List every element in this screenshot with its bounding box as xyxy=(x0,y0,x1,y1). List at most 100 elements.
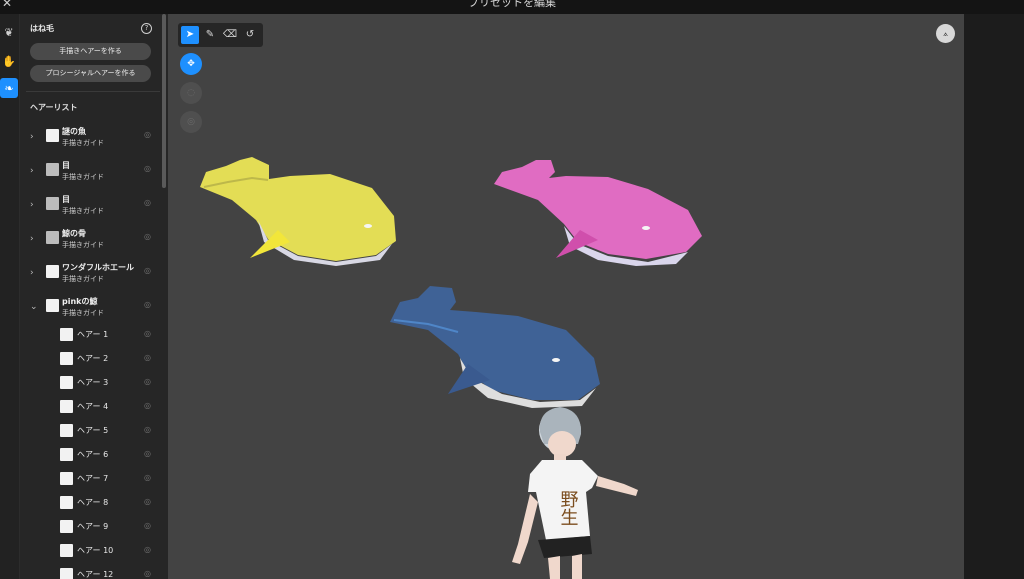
eye-off-icon[interactable]: ◎ xyxy=(144,377,151,386)
item-type: 手描きガイド xyxy=(62,309,104,317)
scale-icon[interactable]: ◎ xyxy=(180,111,202,133)
hair-name: ヘアー 10 xyxy=(77,546,114,555)
pink-whale[interactable] xyxy=(494,160,702,266)
visibility-checkbox[interactable] xyxy=(60,472,73,485)
eye-off-icon[interactable]: ◎ xyxy=(144,266,151,275)
hair-row[interactable]: ヘアー 2 ◎ xyxy=(20,349,160,367)
3d-viewport[interactable]: 野生 ➤ ✎ ⌫ ↺ ✥ ◌ ◎ ⟑ xyxy=(168,14,964,579)
scene-canvas: 野生 xyxy=(200,157,702,579)
divider xyxy=(26,91,160,92)
item-name: 目 xyxy=(62,195,70,204)
hair-list-title: ヘアーリスト xyxy=(30,103,78,112)
eraser-tool-icon[interactable]: ⌫ xyxy=(221,26,239,44)
eye-off-icon[interactable]: ◎ xyxy=(144,521,151,530)
item-type: 手描きガイド xyxy=(62,241,104,249)
chevron-right-icon[interactable]: › xyxy=(30,132,34,142)
hair-name: ヘアー 7 xyxy=(77,474,109,483)
visibility-checkbox[interactable] xyxy=(46,163,59,176)
visibility-checkbox[interactable] xyxy=(60,352,73,365)
chevron-right-icon[interactable]: › xyxy=(30,268,34,278)
chevron-right-icon[interactable]: › xyxy=(30,234,34,244)
list-item[interactable]: › ワンダフルホエール 手描きガイド ◎ xyxy=(20,260,160,290)
visibility-checkbox[interactable] xyxy=(60,328,73,341)
panel-scrollbar[interactable] xyxy=(162,14,166,188)
window-title: プリセットを編集 xyxy=(468,0,556,9)
visibility-checkbox[interactable] xyxy=(60,496,73,509)
visibility-checkbox[interactable] xyxy=(60,520,73,533)
hair-row[interactable]: ヘアー 10 ◎ xyxy=(20,541,160,559)
eye-off-icon[interactable]: ◎ xyxy=(144,198,151,207)
visibility-checkbox[interactable] xyxy=(46,299,59,312)
hair-row[interactable]: ヘアー 3 ◎ xyxy=(20,373,160,391)
eye-off-icon[interactable]: ◎ xyxy=(144,545,151,554)
visibility-checkbox[interactable] xyxy=(60,568,73,579)
blue-whale[interactable] xyxy=(390,286,600,408)
hair-row[interactable]: ヘアー 6 ◎ xyxy=(20,445,160,463)
eye-off-icon[interactable]: ◎ xyxy=(144,164,151,173)
hair-icon[interactable]: ❦ xyxy=(0,22,18,42)
item-name: 鯨の骨 xyxy=(62,229,86,238)
visibility-checkbox[interactable] xyxy=(46,231,59,244)
list-item[interactable]: ⌄ pinkの鯨 手描きガイド ◎ xyxy=(20,294,160,324)
eye-off-icon[interactable]: ◎ xyxy=(144,425,151,434)
eye-off-icon[interactable]: ◎ xyxy=(144,473,151,482)
pen-tool-icon[interactable]: ✎ xyxy=(201,26,219,44)
hook-tool-icon[interactable]: ↺ xyxy=(241,26,259,44)
visibility-checkbox[interactable] xyxy=(46,129,59,142)
hair-name: ヘアー 1 xyxy=(77,330,109,339)
visibility-checkbox[interactable] xyxy=(60,544,73,557)
hair-row[interactable]: ヘアー 5 ◎ xyxy=(20,421,160,439)
list-item[interactable]: › 鯨の骨 手描きガイド ◎ xyxy=(20,226,160,256)
chevron-right-icon[interactable]: › xyxy=(30,200,34,210)
eye-off-icon[interactable]: ◎ xyxy=(144,300,151,309)
item-type: 手描きガイド xyxy=(62,275,104,283)
hair-row[interactable]: ヘアー 12 ◎ xyxy=(20,565,160,579)
visibility-checkbox[interactable] xyxy=(46,197,59,210)
select-tool-icon[interactable]: ➤ xyxy=(181,26,199,44)
list-item[interactable]: › 謎の魚 手描きガイド ◎ xyxy=(20,124,160,154)
hair-row[interactable]: ヘアー 9 ◎ xyxy=(20,517,160,535)
hair-row[interactable]: ヘアー 4 ◎ xyxy=(20,397,160,415)
visibility-checkbox[interactable] xyxy=(60,424,73,437)
item-name: ワンダフルホエール xyxy=(62,263,134,272)
list-item[interactable]: › 目 手描きガイド ◎ xyxy=(20,158,160,188)
eye-off-icon[interactable]: ◎ xyxy=(144,232,151,241)
eye-off-icon[interactable]: ◎ xyxy=(144,401,151,410)
title-bar: ✕ プリセットを編集 xyxy=(0,0,1024,14)
visibility-checkbox[interactable] xyxy=(46,265,59,278)
hair-row[interactable]: ヘアー 7 ◎ xyxy=(20,469,160,487)
hand-icon[interactable]: ✋ xyxy=(0,51,18,71)
item-type: 手描きガイド xyxy=(62,173,104,181)
eye-off-icon[interactable]: ◎ xyxy=(144,449,151,458)
visibility-checkbox[interactable] xyxy=(60,376,73,389)
list-item[interactable]: › 目 手描きガイド ◎ xyxy=(20,192,160,222)
eye-off-icon[interactable]: ◎ xyxy=(144,569,151,578)
item-type: 手描きガイド xyxy=(62,207,104,215)
eye-off-icon[interactable]: ◎ xyxy=(144,353,151,362)
visibility-checkbox[interactable] xyxy=(60,400,73,413)
create-procedural-hair-button[interactable]: プロシージャルヘアーを作る xyxy=(30,65,151,82)
hair-name: ヘアー 12 xyxy=(77,570,114,579)
eye-off-icon[interactable]: ◎ xyxy=(144,497,151,506)
yellow-whale[interactable] xyxy=(200,157,396,266)
panel-title: はね毛 xyxy=(30,24,54,33)
chevron-right-icon[interactable]: › xyxy=(30,166,34,176)
eye-off-icon[interactable]: ◎ xyxy=(144,329,151,338)
create-hand-drawn-hair-button[interactable]: 手描きヘアーを作る xyxy=(30,43,151,60)
shirt-text: 野生 xyxy=(558,490,579,526)
help-icon[interactable]: ? xyxy=(141,23,152,34)
left-rail: ❦ ✋ ❧ xyxy=(0,14,20,579)
tool-palette: ➤ ✎ ⌫ ↺ xyxy=(178,23,263,47)
visibility-checkbox[interactable] xyxy=(60,448,73,461)
chevron-down-icon[interactable]: ⌄ xyxy=(30,302,38,312)
hair-row[interactable]: ヘアー 8 ◎ xyxy=(20,493,160,511)
eye-off-icon[interactable]: ◎ xyxy=(144,130,151,139)
hair-name: ヘアー 4 xyxy=(77,402,109,411)
brush-icon[interactable]: ❧ xyxy=(0,78,18,98)
mirror-icon[interactable]: ⟑ xyxy=(936,24,955,43)
rotate-icon[interactable]: ◌ xyxy=(180,82,202,104)
hair-name: ヘアー 2 xyxy=(77,354,109,363)
move-icon[interactable]: ✥ xyxy=(180,53,202,75)
hair-row[interactable]: ヘアー 1 ◎ xyxy=(20,325,160,343)
hair-name: ヘアー 3 xyxy=(77,378,109,387)
